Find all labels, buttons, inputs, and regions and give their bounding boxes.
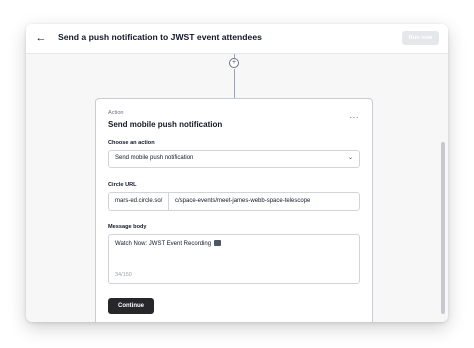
action-select-value: Send mobile push notification xyxy=(115,155,194,161)
character-count: 34/150 xyxy=(115,272,132,278)
header-bar: ← Send a push notification to JWST event… xyxy=(26,24,448,54)
connector-line xyxy=(234,69,235,98)
clapperboard-emoji-icon xyxy=(213,240,221,246)
card-type-label: Action xyxy=(108,110,124,116)
circle-url-field: mars-ed.circle.so/ c/space-events/meet-j… xyxy=(108,192,360,211)
canvas-area: + Action Send mobile push notification ·… xyxy=(26,54,448,322)
more-options-icon[interactable]: ··· xyxy=(350,113,360,122)
message-body-value: Watch Now: JWST Event Recording xyxy=(115,241,212,247)
page-title: Send a push notification to JWST event a… xyxy=(58,32,262,42)
action-select[interactable]: Send mobile push notification ⌄ xyxy=(108,150,360,168)
url-prefix: mars-ed.circle.so/ xyxy=(109,193,169,210)
chevron-down-icon: ⌄ xyxy=(347,155,353,161)
scrollbar[interactable] xyxy=(441,142,445,314)
app-window: ← Send a push notification to JWST event… xyxy=(26,24,448,322)
run-now-button[interactable]: Run now xyxy=(402,31,439,45)
action-card: Action Send mobile push notification ···… xyxy=(95,98,373,322)
back-arrow-icon[interactable]: ← xyxy=(34,31,48,45)
message-body-input[interactable]: Watch Now: JWST Event Recording 34/150 xyxy=(108,234,360,284)
card-heading: Send mobile push notification xyxy=(108,120,223,129)
action-label: Choose an action xyxy=(108,140,155,146)
circle-url-label: Circle URL xyxy=(108,182,137,188)
add-step-icon[interactable]: + xyxy=(229,58,239,68)
circle-url-input[interactable]: c/space-events/meet-james-webb-space-tel… xyxy=(175,193,355,210)
message-body-text: Watch Now: JWST Event Recording xyxy=(115,240,221,247)
message-body-label: Message body xyxy=(108,224,147,230)
continue-button[interactable]: Continue xyxy=(108,298,154,314)
